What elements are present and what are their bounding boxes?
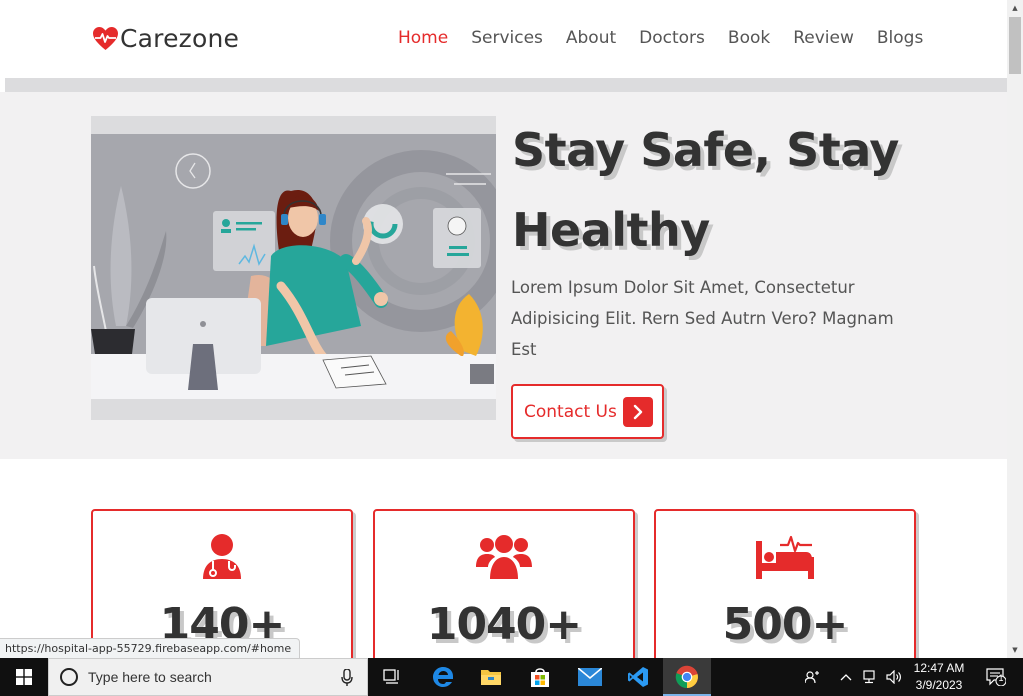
hero-title-line1: Stay Safe, Stay: [512, 123, 899, 177]
nav-review[interactable]: Review: [793, 28, 854, 48]
microphone-icon[interactable]: [341, 669, 353, 687]
hero-title: Stay Safe, Stay Healthy: [512, 110, 912, 270]
hospital-bed-icon: [656, 533, 914, 579]
hero-title-line2: Healthy: [512, 203, 710, 257]
people-icon: [375, 533, 633, 581]
stat-card-doctors: 140+: [91, 509, 353, 658]
task-view-icon[interactable]: [368, 658, 416, 696]
nav-book[interactable]: Book: [728, 28, 770, 48]
nav-services[interactable]: Services: [471, 28, 543, 48]
doctor-icon: [93, 533, 351, 581]
windows-start-icon[interactable]: [0, 658, 48, 696]
store-icon[interactable]: [516, 658, 564, 696]
chevron-right-icon: [622, 396, 653, 427]
link-preview-status: https://hospital-app-55729.firebaseapp.c…: [0, 638, 301, 658]
windows-taskbar: Type here to search 12:47 AM 3/9/2023 1: [0, 658, 1023, 696]
chevron-up-icon[interactable]: [838, 658, 854, 696]
browser-viewport: Carezone Home Services About Doctors Boo…: [0, 0, 1007, 658]
brand-logo[interactable]: Carezone: [92, 24, 239, 53]
stat-card-beds: 500+: [654, 509, 916, 658]
brand-name: Carezone: [120, 24, 240, 53]
main-nav: Home Services About Doctors Book Review …: [398, 28, 946, 48]
people-tray-icon[interactable]: [798, 658, 826, 696]
edge-icon[interactable]: [419, 658, 467, 696]
notification-count: 1: [998, 673, 1004, 683]
file-explorer-icon[interactable]: [467, 658, 515, 696]
heartbeat-icon: [93, 26, 118, 50]
clock-time: 12:47 AM: [913, 661, 965, 675]
scroll-up-arrow-icon[interactable]: ▲: [1007, 0, 1023, 16]
scroll-down-arrow-icon[interactable]: ▼: [1007, 642, 1023, 658]
page-scrollbar[interactable]: ▲ ▼: [1007, 0, 1023, 658]
nav-doctors[interactable]: Doctors: [639, 28, 705, 48]
stat-value: 1040+: [426, 599, 582, 650]
nav-blogs[interactable]: Blogs: [877, 28, 923, 48]
taskbar-clock[interactable]: 12:47 AM 3/9/2023: [907, 660, 971, 694]
volume-icon[interactable]: [884, 658, 904, 696]
network-icon[interactable]: [861, 658, 881, 696]
scroll-thumb[interactable]: [1009, 17, 1021, 74]
vscode-icon[interactable]: [614, 658, 662, 696]
stat-card-patients: 1040+: [373, 509, 635, 658]
hero-illustration: [91, 116, 496, 420]
nav-home[interactable]: Home: [398, 28, 448, 48]
cortana-icon: [60, 668, 78, 686]
chrome-icon[interactable]: [663, 658, 711, 696]
stat-value: 500+: [722, 599, 849, 650]
site-header: Carezone Home Services About Doctors Boo…: [0, 0, 1007, 78]
header-divider: [5, 78, 1007, 92]
mail-icon[interactable]: [566, 658, 614, 696]
hero-section: Stay Safe, Stay Healthy Lorem Ipsum Dolo…: [0, 92, 1007, 459]
search-placeholder: Type here to search: [88, 669, 212, 685]
nav-about[interactable]: About: [566, 28, 616, 48]
taskbar-search-input[interactable]: Type here to search: [48, 658, 368, 696]
contact-us-label: Contact Us: [524, 401, 617, 422]
hero-description: Lorem Ipsum Dolor Sit Amet, Consectetur …: [511, 278, 894, 359]
contact-us-button[interactable]: Contact Us: [511, 384, 664, 439]
clock-date: 3/9/2023: [915, 678, 963, 692]
notification-center-icon[interactable]: 1: [982, 658, 1010, 696]
